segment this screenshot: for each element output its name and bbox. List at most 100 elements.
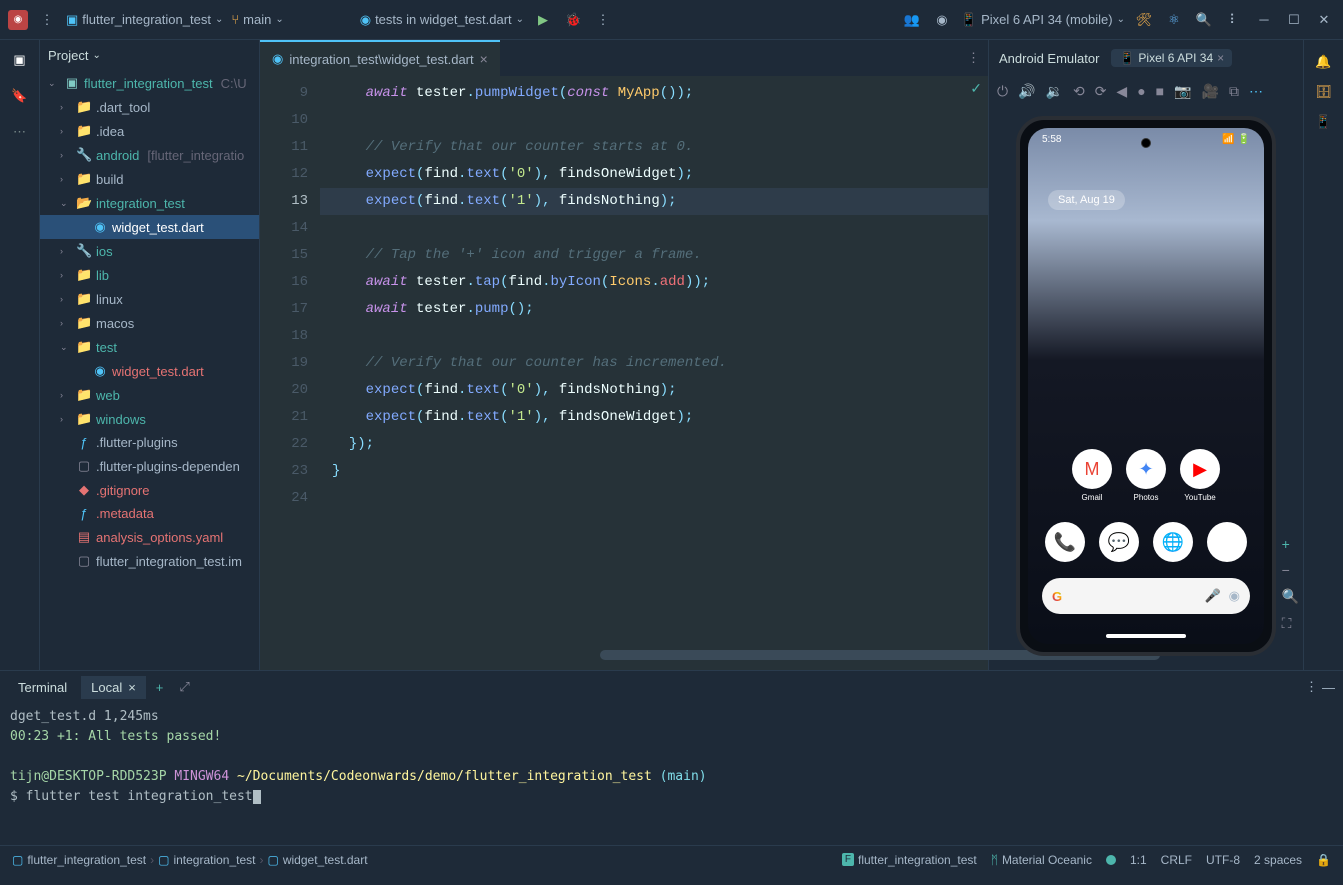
terminal-options-icon[interactable]: ⋮ [1305,679,1318,695]
rotate-right-icon[interactable]: ⟳ [1095,83,1107,100]
main-menu-icon[interactable]: ⋮ [36,9,58,31]
tree-item[interactable]: ◉widget_test.dart [40,359,259,383]
record-icon[interactable]: 🎥 [1202,83,1219,100]
tree-item[interactable]: ›🔧android[flutter_integratio [40,143,259,167]
screenshot-icon[interactable]: 📷 [1174,83,1191,100]
tree-root[interactable]: ⌄▣ flutter_integration_test C:\U [40,71,259,95]
app-icon[interactable]: 📞 [1045,522,1085,562]
notifications-icon[interactable]: 🔔 [1315,54,1331,70]
phone-status-bar: 5:58 📶 🔋 [1028,134,1264,145]
fold-icon[interactable]: ⧉ [1229,83,1239,100]
home-icon[interactable]: ● [1137,83,1145,99]
code-editor[interactable]: 9101112131415161718192021222324 await te… [260,76,988,670]
app-icon[interactable]: ✦Photos [1126,449,1166,489]
sync-icon[interactable]: ◉ [931,9,953,31]
tree-item[interactable]: ›📁web [40,383,259,407]
app-icon[interactable]: 🌐 [1153,522,1193,562]
volume-down-icon[interactable]: 🔉 [1046,83,1063,100]
more-tool-icon[interactable]: ⋯ [8,120,32,144]
tree-item[interactable]: ⌄📁test [40,335,259,359]
readonly-icon[interactable]: 🔒 [1316,853,1331,867]
tree-item[interactable]: ƒ.metadata [40,502,259,525]
collab-icon[interactable]: 👥 [901,9,923,31]
tree-item[interactable]: ◉widget_test.dart [40,215,259,239]
tree-item[interactable]: ◆.gitignore [40,478,259,502]
tree-item[interactable]: ▢.flutter-plugins-dependen [40,454,259,478]
power-icon[interactable]: ⏻ [997,83,1008,100]
close-session-icon[interactable]: × [128,680,136,695]
tree-item[interactable]: ▤analysis_options.yaml [40,525,259,549]
lens-icon[interactable]: ◉ [1229,588,1240,604]
run-config-selector[interactable]: ◉ tests in widget_test.dart ⌄ [360,12,524,28]
flutter-project-badge[interactable]: F flutter_integration_test [842,853,977,867]
project-panel-header[interactable]: Project ⌄ [40,40,259,71]
tree-item[interactable]: ›📁windows [40,407,259,431]
tree-item[interactable]: ▢flutter_integration_test.im [40,549,259,573]
rotate-left-icon[interactable]: ⟲ [1073,83,1085,100]
cursor-position[interactable]: 1:1 [1130,853,1147,867]
fit-icon[interactable]: ⛶ [1282,615,1299,632]
indent-setting[interactable]: 2 spaces [1254,853,1302,867]
breadcrumb[interactable]: ▢ flutter_integration_test › ▢ integrati… [12,853,368,867]
back-icon[interactable]: ◀ [1116,83,1127,100]
tree-item[interactable]: ›📁linux [40,287,259,311]
overview-icon[interactable]: ■ [1156,83,1164,99]
branch-selector[interactable]: ⑂ main ⌄ [231,12,283,27]
tree-item[interactable]: ⌄📂integration_test [40,191,259,215]
magnify-icon[interactable]: 🔍 [1282,588,1299,605]
expand-terminal-icon[interactable]: ⤢ [173,679,195,695]
maximize-window-icon[interactable]: ☐ [1283,9,1305,31]
tree-item[interactable]: ›📁.dart_tool [40,95,259,119]
more-run-icon[interactable]: ⋮ [592,9,614,31]
new-session-icon[interactable]: + [150,680,170,695]
emulator-device-chip[interactable]: 📱 Pixel 6 API 34 × [1111,49,1232,67]
atom-icon[interactable]: ⚛ [1163,9,1185,31]
close-tab-icon[interactable]: × [480,51,488,67]
zoom-in-icon[interactable]: + [1282,536,1299,552]
database-icon[interactable]: 🗄 [1315,84,1332,100]
terminal-tab[interactable]: Terminal [8,676,77,699]
app-icon[interactable]: MGmail [1072,449,1112,489]
app-icon[interactable]: 💬 [1099,522,1139,562]
run-button-icon[interactable]: ▶ [532,9,554,31]
search-icon[interactable]: 🔍 [1193,9,1215,31]
minimize-window-icon[interactable]: ─ [1253,9,1275,31]
close-emulator-tab-icon[interactable]: × [1217,51,1224,65]
nav-handle-icon[interactable] [1106,634,1186,638]
project-panel: Project ⌄ ⌄▣ flutter_integration_test C:… [40,40,260,670]
app-icon[interactable]: M [1207,522,1247,562]
date-widget[interactable]: Sat, Aug 19 [1048,190,1125,210]
hide-terminal-icon[interactable]: — [1322,680,1335,695]
tree-item[interactable]: ›📁.idea [40,119,259,143]
project-tool-icon[interactable]: ▣ [8,48,32,72]
volume-up-icon[interactable]: 🔊 [1018,83,1035,100]
status-ok-icon[interactable] [1106,855,1116,865]
project-tree: ⌄▣ flutter_integration_test C:\U ›📁.dart… [40,71,259,661]
terminal-output[interactable]: dget_test.d 1,245ms00:23 +1: All tests p… [0,703,1343,845]
close-window-icon[interactable]: ✕ [1313,9,1335,31]
tree-item[interactable]: ›📁build [40,167,259,191]
line-separator[interactable]: CRLF [1161,853,1192,867]
tree-item[interactable]: ›📁macos [40,311,259,335]
tree-item[interactable]: ›📁lib [40,263,259,287]
device-selector[interactable]: 📱 Pixel 6 API 34 (mobile) ⌄ [961,12,1125,28]
project-selector[interactable]: ▣ flutter_integration_test ⌄ [66,12,223,28]
tree-item[interactable]: ›🔧ios [40,239,259,263]
tree-item[interactable]: ƒ.flutter-plugins [40,431,259,454]
editor-tab-active[interactable]: ◉ integration_test\widget_test.dart × [260,40,500,76]
bookmark-tool-icon[interactable]: 🔖 [8,84,32,108]
more-emulator-icon[interactable]: ⋯ [1249,83,1263,100]
debug-button-icon[interactable]: 🐞 [562,9,584,31]
google-search-bar[interactable]: G 🎤 ◉ [1042,578,1250,614]
file-encoding[interactable]: UTF-8 [1206,853,1240,867]
tabs-menu-icon[interactable]: ⋮ [959,40,988,76]
phone-screen[interactable]: 5:58 📶 🔋 Sat, Aug 19 MGmail ✦Photos ▶YouTu… [1028,128,1264,644]
settings-icon[interactable]: ⠇ [1223,9,1245,31]
device-manager-icon[interactable]: 📱 [1315,114,1331,130]
theme-badge[interactable]: ᛗ Material Oceanic [991,853,1092,867]
app-icon[interactable]: ▶YouTube [1180,449,1220,489]
zoom-out-icon[interactable]: − [1282,562,1299,578]
tools-icon[interactable]: 🛠 [1133,9,1155,31]
terminal-session-tab[interactable]: Local × [81,676,146,699]
mic-icon[interactable]: 🎤 [1204,588,1220,604]
